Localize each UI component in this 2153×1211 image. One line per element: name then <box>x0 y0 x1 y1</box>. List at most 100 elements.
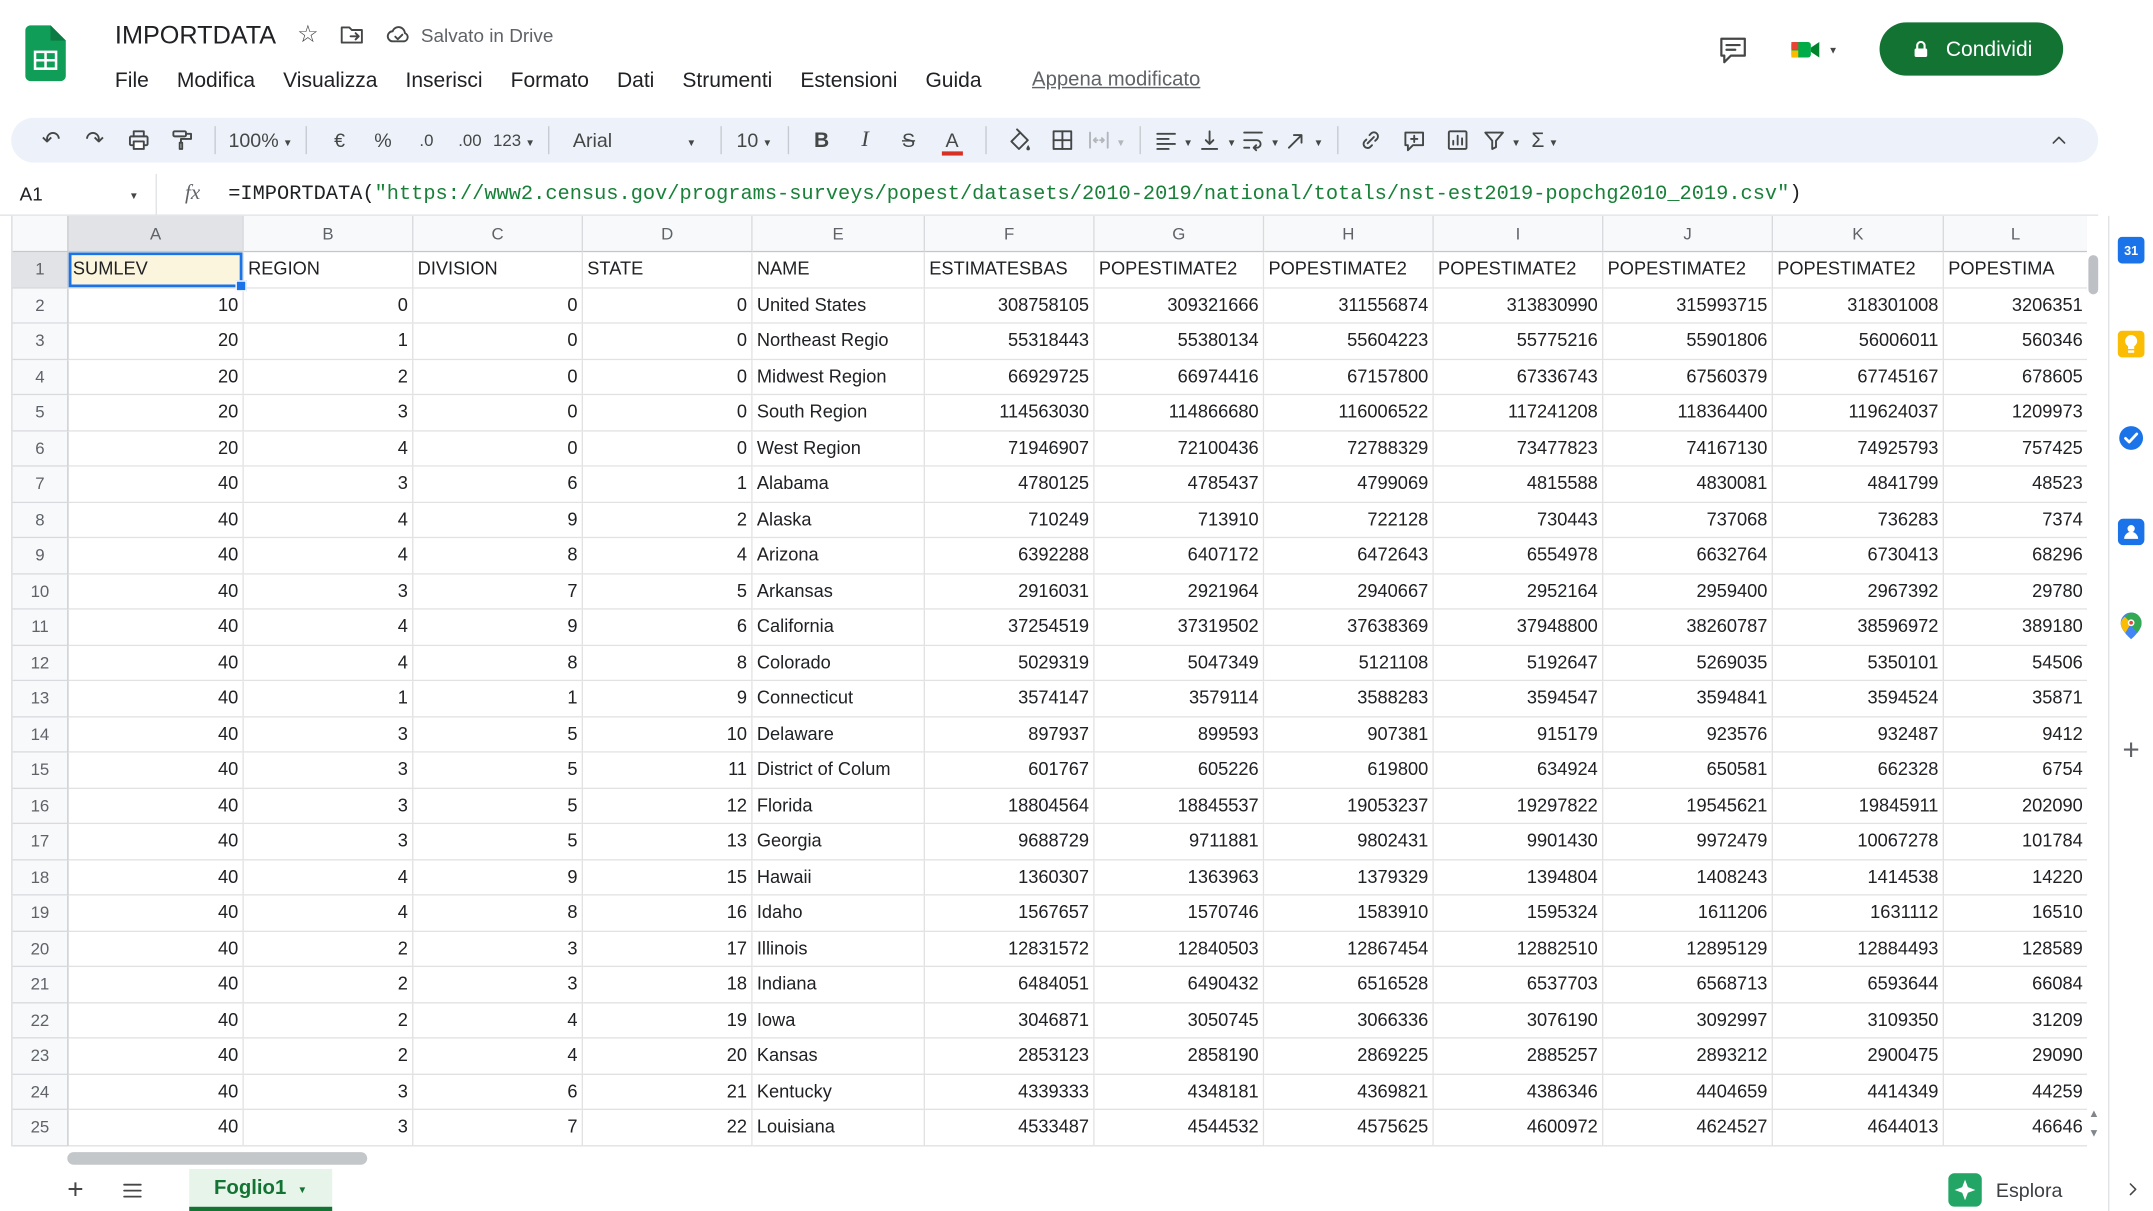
cell-J18[interactable]: 1408243 <box>1603 860 1773 896</box>
cell-C8[interactable]: 9 <box>413 502 583 538</box>
cell-C23[interactable]: 4 <box>413 1039 583 1075</box>
cell-I14[interactable]: 915179 <box>1434 717 1604 753</box>
cell-L14[interactable]: 9412 <box>1944 717 2087 753</box>
cell-H5[interactable]: 116006522 <box>1264 395 1434 431</box>
cell-E11[interactable]: California <box>753 610 925 646</box>
cell-I24[interactable]: 4386346 <box>1434 1074 1604 1110</box>
cell-F22[interactable]: 3046871 <box>925 1003 1095 1039</box>
cell-E16[interactable]: Florida <box>753 788 925 824</box>
cell-K5[interactable]: 119624037 <box>1773 395 1944 431</box>
cell-F10[interactable]: 2916031 <box>925 574 1095 610</box>
cell-J2[interactable]: 315993715 <box>1603 288 1773 324</box>
cell-A19[interactable]: 40 <box>69 896 244 932</box>
cell-B11[interactable]: 4 <box>244 610 414 646</box>
cell-A20[interactable]: 40 <box>69 931 244 967</box>
cell-D4[interactable]: 0 <box>583 360 753 396</box>
cell-A2[interactable]: 10 <box>69 288 244 324</box>
select-all-corner[interactable] <box>13 216 69 252</box>
cell-G12[interactable]: 5047349 <box>1095 645 1265 681</box>
cell-F15[interactable]: 601767 <box>925 753 1095 789</box>
cell-L25[interactable]: 46646 <box>1944 1110 2087 1146</box>
cell-C19[interactable]: 8 <box>413 896 583 932</box>
cell-E21[interactable]: Indiana <box>753 967 925 1003</box>
cell-I15[interactable]: 634924 <box>1434 753 1604 789</box>
cell-E24[interactable]: Kentucky <box>753 1074 925 1110</box>
cell-J5[interactable]: 118364400 <box>1603 395 1773 431</box>
cell-K15[interactable]: 662328 <box>1773 753 1944 789</box>
cell-D21[interactable]: 18 <box>583 967 753 1003</box>
cell-D3[interactable]: 0 <box>583 324 753 360</box>
cell-A25[interactable]: 40 <box>69 1110 244 1146</box>
cell-K6[interactable]: 74925793 <box>1773 431 1944 467</box>
cell-I3[interactable]: 55775216 <box>1434 324 1604 360</box>
cell-K2[interactable]: 318301008 <box>1773 288 1944 324</box>
cell-C10[interactable]: 7 <box>413 574 583 610</box>
cell-E15[interactable]: District of Colum <box>753 753 925 789</box>
cell-K20[interactable]: 12884493 <box>1773 931 1944 967</box>
calendar-icon[interactable]: 31 <box>2118 237 2145 264</box>
cell-B5[interactable]: 3 <box>244 395 414 431</box>
cell-K21[interactable]: 6593644 <box>1773 967 1944 1003</box>
cell-C13[interactable]: 1 <box>413 681 583 717</box>
bold-button[interactable]: B <box>801 122 842 158</box>
cell-H7[interactable]: 4799069 <box>1264 467 1434 503</box>
cell-F11[interactable]: 37254519 <box>925 610 1095 646</box>
cell-D25[interactable]: 22 <box>583 1110 753 1146</box>
menu-file[interactable]: File <box>101 65 163 94</box>
cell-D1[interactable]: STATE <box>583 252 753 288</box>
cell-B8[interactable]: 4 <box>244 502 414 538</box>
cell-E1[interactable]: NAME <box>753 252 925 288</box>
cell-C6[interactable]: 0 <box>413 431 583 467</box>
cell-K18[interactable]: 1414538 <box>1773 860 1944 896</box>
cell-B12[interactable]: 4 <box>244 645 414 681</box>
cell-J19[interactable]: 1611206 <box>1603 896 1773 932</box>
cell-H24[interactable]: 4369821 <box>1264 1074 1434 1110</box>
menu-guida[interactable]: Guida <box>911 65 995 94</box>
cell-L16[interactable]: 202090 <box>1944 788 2087 824</box>
cell-C24[interactable]: 6 <box>413 1074 583 1110</box>
row-header-5[interactable]: 5 <box>13 395 69 431</box>
row-header-4[interactable]: 4 <box>13 360 69 396</box>
cell-K3[interactable]: 56006011 <box>1773 324 1944 360</box>
row-header-13[interactable]: 13 <box>13 681 69 717</box>
cell-B1[interactable]: REGION <box>244 252 414 288</box>
currency-format-button[interactable]: € <box>319 122 360 158</box>
cell-D12[interactable]: 8 <box>583 645 753 681</box>
cell-H11[interactable]: 37638369 <box>1264 610 1434 646</box>
save-status[interactable]: Salvato in Drive <box>386 22 554 47</box>
column-header-B[interactable]: B <box>244 216 414 252</box>
menu-formato[interactable]: Formato <box>497 65 603 94</box>
row-header-22[interactable]: 22 <box>13 1003 69 1039</box>
cell-B22[interactable]: 2 <box>244 1003 414 1039</box>
horizontal-align-button[interactable] <box>1153 122 1194 158</box>
cell-E17[interactable]: Georgia <box>753 824 925 860</box>
cell-H16[interactable]: 19053237 <box>1264 788 1434 824</box>
cell-F25[interactable]: 4533487 <box>925 1110 1095 1146</box>
cell-H21[interactable]: 6516528 <box>1264 967 1434 1003</box>
cell-F9[interactable]: 6392288 <box>925 538 1095 574</box>
cell-C7[interactable]: 6 <box>413 467 583 503</box>
menu-estensioni[interactable]: Estensioni <box>786 65 911 94</box>
cell-D17[interactable]: 13 <box>583 824 753 860</box>
cell-A18[interactable]: 40 <box>69 860 244 896</box>
cell-B19[interactable]: 4 <box>244 896 414 932</box>
cell-J13[interactable]: 3594841 <box>1603 681 1773 717</box>
cell-F12[interactable]: 5029319 <box>925 645 1095 681</box>
cell-F1[interactable]: ESTIMATESBAS <box>925 252 1095 288</box>
paint-format-button[interactable] <box>161 122 202 158</box>
italic-button[interactable]: I <box>845 122 886 158</box>
cell-H4[interactable]: 67157800 <box>1264 360 1434 396</box>
cell-E13[interactable]: Connecticut <box>753 681 925 717</box>
text-color-button[interactable]: A <box>932 122 973 158</box>
cell-H3[interactable]: 55604223 <box>1264 324 1434 360</box>
cell-L15[interactable]: 6754 <box>1944 753 2087 789</box>
cell-I1[interactable]: POPESTIMATE2 <box>1434 252 1604 288</box>
cell-E20[interactable]: Illinois <box>753 931 925 967</box>
cell-L2[interactable]: 3206351 <box>1944 288 2087 324</box>
cell-L3[interactable]: 560346 <box>1944 324 2087 360</box>
cell-D9[interactable]: 4 <box>583 538 753 574</box>
cell-D24[interactable]: 21 <box>583 1074 753 1110</box>
row-header-21[interactable]: 21 <box>13 967 69 1003</box>
cell-F3[interactable]: 55318443 <box>925 324 1095 360</box>
cell-J4[interactable]: 67560379 <box>1603 360 1773 396</box>
